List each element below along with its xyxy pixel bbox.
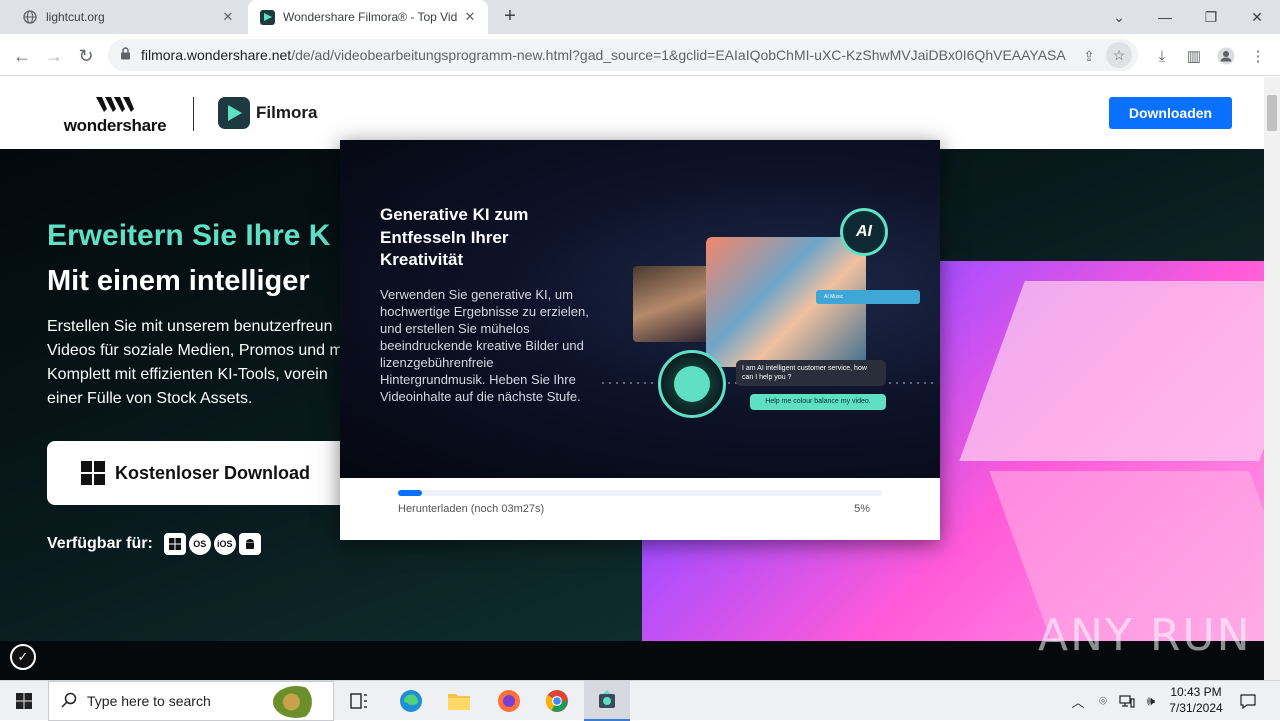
- side-panel-icon[interactable]: ▥: [1180, 42, 1208, 70]
- download-progress-modal: Generative KI zum Entfesseln Ihrer Kreat…: [340, 140, 940, 540]
- lock-icon[interactable]: [120, 47, 131, 63]
- restore-icon[interactable]: ❐: [1188, 0, 1234, 34]
- search-icon: [61, 692, 77, 711]
- browser-tab-strip: lightcut.org ✕ Wondershare Filmora® - To…: [0, 0, 1280, 34]
- chat-bubble-bot: I am AI intelligent customer service, ho…: [736, 360, 886, 386]
- globe-icon: [22, 9, 38, 25]
- url-host: filmora.wondershare.net: [141, 47, 292, 63]
- filmora-favicon-icon: [260, 9, 275, 25]
- wondershare-logo[interactable]: wondershare: [60, 95, 170, 136]
- tab-title: lightcut.org: [46, 10, 105, 24]
- android-platform-icon[interactable]: [238, 533, 261, 555]
- reload-icon[interactable]: ↻: [72, 42, 100, 70]
- download-progress-fill: [398, 490, 423, 496]
- download-percent: 5%: [854, 503, 870, 515]
- hero-shape: [959, 281, 1264, 461]
- new-tab-button[interactable]: +: [498, 5, 522, 29]
- ai-music-label: AI Music: [816, 290, 920, 304]
- file-explorer-icon[interactable]: [436, 681, 482, 721]
- available-label: Verfügbar für:: [47, 535, 153, 552]
- installer-app-icon[interactable]: [584, 681, 630, 721]
- macos-platform-icon[interactable]: OS: [188, 533, 211, 555]
- filmora-icon: [218, 97, 250, 129]
- modal-description: Verwenden Sie generative KI, um hochwert…: [380, 287, 589, 404]
- logo-divider: [193, 97, 194, 131]
- network-icon[interactable]: [1116, 681, 1138, 721]
- close-tab-icon[interactable]: ✕: [462, 9, 478, 25]
- system-clock[interactable]: 10:43 PM 7/31/2024: [1164, 684, 1228, 716]
- hero-headline: Erweitern Sie Ihre K: [47, 219, 331, 252]
- browser-toolbar: ← → ↻ filmora.wondershare.net/de/ad/vide…: [0, 34, 1280, 76]
- modal-title: Generative KI zum Entfesseln Ihrer Kreat…: [380, 205, 529, 269]
- clock-time: 10:43 PM: [1170, 685, 1222, 699]
- edge-icon[interactable]: [388, 681, 434, 721]
- windows-logo-icon: [16, 693, 32, 709]
- filmora-logo[interactable]: Filmora: [218, 97, 317, 129]
- ai-orb-icon: [658, 350, 726, 418]
- profile-icon[interactable]: [1212, 42, 1240, 70]
- url-text: filmora.wondershare.net/de/ad/videobearb…: [141, 47, 1066, 63]
- forward-icon[interactable]: →: [40, 42, 68, 70]
- bookmark-star-icon[interactable]: ☆: [1106, 42, 1132, 68]
- modal-banner: Generative KI zum Entfesseln Ihrer Kreat…: [340, 140, 940, 478]
- meet-now-icon[interactable]: ⌾: [1092, 681, 1114, 721]
- chat-bubble-user: Help me colour balance my video.: [750, 394, 886, 410]
- search-highlight-avocado-icon: [273, 686, 319, 718]
- close-tab-icon[interactable]: ✕: [220, 9, 236, 25]
- address-bar[interactable]: filmora.wondershare.net/de/ad/videobearb…: [108, 39, 1138, 71]
- show-hidden-icons-icon[interactable]: ︿: [1068, 681, 1088, 721]
- task-view-icon[interactable]: [336, 681, 382, 721]
- share-icon[interactable]: ⇪: [1078, 45, 1100, 67]
- tab-title: Wondershare Filmora® - Top Vid: [283, 10, 458, 24]
- filmora-wordmark: Filmora: [256, 103, 318, 122]
- downloads-icon[interactable]: ⤓: [1148, 42, 1176, 70]
- portrait-thumbnail: [633, 266, 713, 342]
- tab-filmora[interactable]: Wondershare Filmora® - Top Vid ✕: [248, 0, 488, 34]
- windows-icon: [81, 461, 105, 485]
- ios-platform-icon[interactable]: iOS: [213, 533, 236, 555]
- scrollbar-thumb[interactable]: [1267, 95, 1277, 131]
- volume-icon[interactable]: 🕪: [1140, 681, 1162, 721]
- back-icon[interactable]: ←: [8, 42, 36, 70]
- download-progress-bar: [398, 490, 882, 496]
- firefox-icon[interactable]: [486, 681, 532, 721]
- anyrun-watermark: ANY RUN: [1038, 610, 1252, 661]
- taskbar-search-box[interactable]: Type here to search: [48, 681, 334, 721]
- minimize-icon[interactable]: —: [1142, 0, 1188, 34]
- site-header: wondershare Filmora Downloaden: [0, 77, 1264, 149]
- search-placeholder: Type here to search: [87, 693, 211, 709]
- download-status: Herunterladen (noch 03m27s): [398, 503, 545, 515]
- tab-lightcut[interactable]: lightcut.org ✕: [8, 0, 246, 34]
- close-window-icon[interactable]: ✕: [1234, 0, 1280, 34]
- windows-taskbar: Type here to search ︿ ⌾ 🕪 10:43 PM 7/31/…: [0, 680, 1280, 721]
- wondershare-wordmark: wondershare: [63, 116, 167, 135]
- wondershare-mark-icon: [60, 95, 170, 116]
- start-button[interactable]: [0, 681, 48, 721]
- header-download-button[interactable]: Downloaden: [1109, 97, 1232, 129]
- hero-body: Erstellen Sie mit unserem benutzerfreun …: [47, 318, 343, 407]
- shield-check-icon[interactable]: ✓: [10, 644, 36, 670]
- ai-headphones-icon: AI: [840, 208, 888, 256]
- notifications-icon[interactable]: [1236, 681, 1260, 721]
- url-path: /de/ad/videobearbeitungsprogramm-new.htm…: [291, 47, 1066, 63]
- hero-subheadline: Mit einem intelliger: [47, 265, 310, 297]
- clock-date: 7/31/2024: [1169, 701, 1223, 715]
- windows-platform-icon[interactable]: [163, 533, 186, 555]
- cta-label: Kostenloser Download: [115, 462, 311, 483]
- menu-icon[interactable]: ⋮: [1244, 42, 1272, 70]
- available-platforms: Verfügbar für: OS iOS: [47, 533, 261, 555]
- tab-search-icon[interactable]: ⌄: [1096, 0, 1142, 34]
- page-scrollbar[interactable]: [1264, 77, 1280, 681]
- free-download-button[interactable]: Kostenloser Download: [47, 441, 347, 505]
- chrome-icon[interactable]: [534, 681, 580, 721]
